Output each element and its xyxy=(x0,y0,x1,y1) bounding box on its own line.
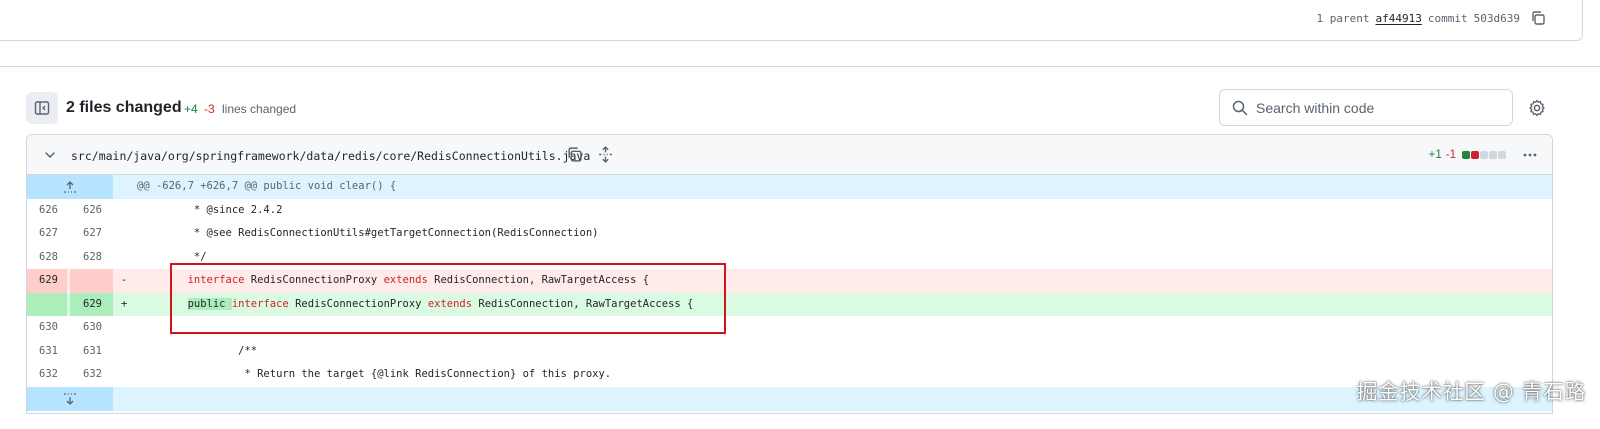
commit-label: commit xyxy=(1427,11,1468,25)
gear-icon[interactable] xyxy=(1528,99,1546,117)
copy-icon[interactable] xyxy=(1530,10,1546,26)
highlight-annotation-box xyxy=(170,263,726,334)
old-line-number[interactable] xyxy=(27,292,67,316)
commit-meta: 1 parent af44913 commit 503d639 xyxy=(1317,9,1546,27)
sidebar-collapse-icon xyxy=(34,101,50,115)
search-input[interactable] xyxy=(1256,99,1496,116)
context-line: 632 632 * Return the target {@link Redis… xyxy=(27,363,1552,387)
expand-up-icon xyxy=(64,180,76,193)
new-line-number[interactable]: 627 xyxy=(70,222,113,246)
old-line-number[interactable]: 627 xyxy=(27,222,67,246)
diffstat-block xyxy=(1471,151,1479,159)
lines-changed-label: lines changed xyxy=(222,102,297,116)
new-line-number[interactable]: 626 xyxy=(70,199,113,223)
diffstat-block xyxy=(1489,151,1497,159)
old-line-number[interactable]: 631 xyxy=(27,340,67,364)
hunk-header: @@ -626,7 +626,7 @@ public void clear() … xyxy=(137,180,397,192)
old-line-number[interactable]: 632 xyxy=(27,363,67,387)
copy-path-icon[interactable] xyxy=(566,146,583,163)
expand-down-button[interactable] xyxy=(27,386,113,411)
chevron-down-icon[interactable] xyxy=(43,148,57,162)
line-code: * @see RedisConnectionUtils#getTargetCon… xyxy=(137,227,599,239)
commit-sha: 503d639 xyxy=(1473,11,1520,25)
watermark: 掘金技术社区 @ 青石路 xyxy=(1356,380,1586,404)
context-line: 626 626 * @since 2.4.2 xyxy=(27,199,1552,223)
file-deletions: -1 xyxy=(1445,149,1456,161)
total-additions: +4 xyxy=(184,102,198,116)
context-line: 631 631 /** xyxy=(27,340,1552,364)
diffstat-block xyxy=(1480,151,1488,159)
diff-sign: + xyxy=(121,297,128,310)
old-line-number[interactable]: 629 xyxy=(27,269,67,293)
file-additions: +1 xyxy=(1428,149,1442,161)
file-diff-stats: +1 -1 xyxy=(1429,149,1506,161)
context-line: 627 627 * @see RedisConnectionUtils#getT… xyxy=(27,222,1552,246)
commit-header: 1 parent af44913 commit 503d639 xyxy=(0,0,1583,41)
line-code: * Return the target {@link RedisConnecti… xyxy=(137,368,612,380)
files-changed-count: 2 files changed xyxy=(66,99,182,116)
file-path[interactable]: src/main/java/org/springframework/data/r… xyxy=(71,149,590,163)
diffstat-blocks xyxy=(1462,151,1506,159)
search-icon xyxy=(1232,100,1248,115)
expand-footer-row xyxy=(27,386,1552,411)
new-line-number[interactable] xyxy=(70,269,113,293)
parent-count: 1 parent xyxy=(1316,11,1370,25)
file-header: src/main/java/org/springframework/data/r… xyxy=(27,135,1552,175)
old-line-number[interactable]: 628 xyxy=(27,246,67,270)
new-line-number[interactable]: 630 xyxy=(70,316,113,340)
parent-sha-link[interactable]: af44913 xyxy=(1376,12,1422,25)
new-line-number[interactable]: 632 xyxy=(70,363,113,387)
line-code: * @since 2.4.2 xyxy=(137,203,283,216)
kebab-menu-icon[interactable] xyxy=(1522,147,1538,163)
new-line-number[interactable]: 628 xyxy=(70,246,113,270)
old-line-number[interactable]: 630 xyxy=(27,316,67,340)
new-line-number[interactable]: 629 xyxy=(70,292,113,316)
new-line-number[interactable]: 631 xyxy=(70,340,113,364)
toggle-file-tree-button[interactable] xyxy=(26,92,58,124)
line-code: /** xyxy=(137,344,258,357)
old-line-number[interactable]: 626 xyxy=(27,199,67,223)
expand-down-icon xyxy=(64,392,76,405)
total-deletions: -3 xyxy=(204,102,215,116)
diff-sign: - xyxy=(121,274,128,286)
diffstat-block xyxy=(1498,151,1506,159)
code-search-box[interactable] xyxy=(1219,89,1513,126)
expand-up-button[interactable] xyxy=(27,175,113,199)
hunk-header-row: @@ -626,7 +626,7 @@ public void clear() … xyxy=(27,175,1552,199)
diffstat-block xyxy=(1462,151,1470,159)
expand-all-icon[interactable] xyxy=(597,146,614,163)
